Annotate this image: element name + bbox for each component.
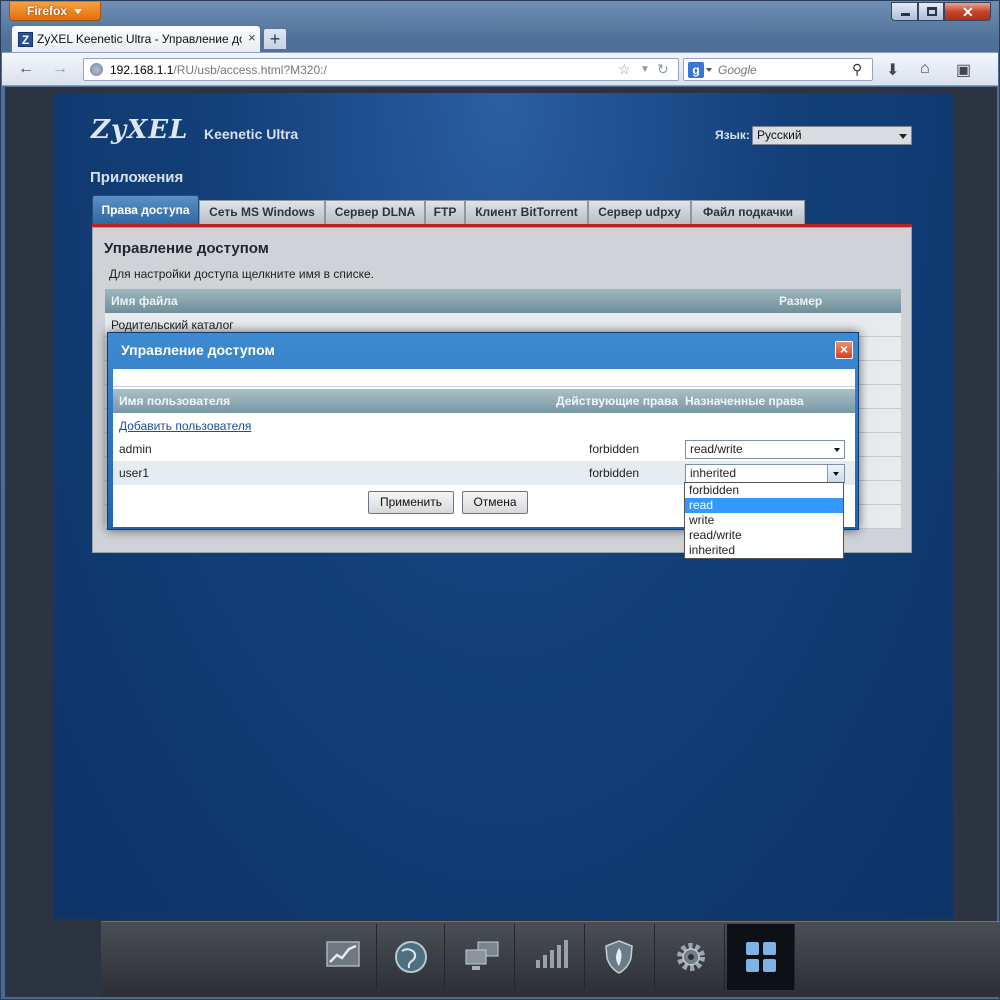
search-box[interactable]: g Google ⚲ [683, 58, 873, 81]
user-name: user1 [119, 466, 150, 480]
firefox-menu-label: Firefox [27, 4, 68, 18]
col-size: Размер [779, 294, 823, 308]
assigned-rights-select-admin[interactable]: read/write [685, 440, 845, 459]
home-icon[interactable]: ⌂ [920, 60, 930, 78]
dropdown-option[interactable]: read/write [685, 528, 843, 543]
gear-icon [677, 943, 705, 971]
computers-icon [465, 941, 499, 970]
bookmarks-menu-icon[interactable]: ▣ [956, 60, 971, 80]
add-user-link[interactable]: Добавить пользователя [119, 419, 251, 433]
assigned-value: inherited [690, 466, 737, 480]
tab-swap-file[interactable]: Файл подкачки [691, 200, 805, 224]
monitor-nav-item[interactable] [309, 924, 377, 990]
minimize-button[interactable] [891, 2, 918, 21]
chevron-down-icon [899, 134, 907, 139]
search-icon[interactable]: ⚲ [852, 61, 862, 78]
tab-udpxy[interactable]: Сервер udpxy [588, 200, 691, 224]
user-row-admin: admin forbidden read/write [113, 437, 855, 461]
search-placeholder: Google [718, 63, 757, 77]
browser-tab[interactable]: Z ZyXEL Keenetic Ultra - Управление дост… [11, 25, 261, 52]
engine-chevron-icon [706, 68, 712, 72]
signal-bars-icon [536, 940, 568, 968]
dropdown-option[interactable]: forbidden [685, 483, 843, 498]
chart-monitor-icon [326, 941, 360, 967]
assigned-rights-select-user1[interactable]: inherited [685, 464, 845, 483]
page-viewport: ZyXEL Keenetic Ultra Язык: Русский Прило… [5, 87, 1000, 997]
url-bar[interactable]: 192.168.1.1/RU/usb/access.html?M320:/ ☆ … [83, 58, 679, 81]
chevron-down-icon [834, 448, 840, 452]
dialog-top-strip [113, 369, 855, 387]
language-value: Русский [757, 128, 802, 142]
language-select[interactable]: Русский [752, 126, 912, 145]
minimize-icon [901, 13, 910, 16]
reload-icon[interactable]: ↻ [657, 61, 669, 78]
tab-title: ZyXEL Keenetic Ultra - Управление дост..… [37, 32, 242, 46]
file-table-header: Имя файла Размер [105, 289, 901, 313]
wifi-nav-item[interactable] [517, 924, 585, 990]
url-path: /RU/usb/access.html?M320:/ [173, 63, 327, 77]
system-nav-item[interactable] [657, 924, 725, 990]
url-text: 192.168.1.1/RU/usb/access.html?M320:/ [110, 63, 327, 77]
new-tab-button[interactable]: + [263, 28, 287, 50]
tab-ftp[interactable]: FTP [425, 200, 465, 224]
apply-button[interactable]: Применить [368, 491, 454, 514]
panel-description: Для настройки доступа щелкните имя в спи… [109, 267, 374, 281]
page-title: Приложения [90, 169, 184, 186]
globe-icon [395, 941, 427, 973]
applications-nav-item[interactable] [727, 924, 795, 990]
cancel-button[interactable]: Отмена [462, 491, 528, 514]
dialog-table-header: Имя пользователя Действующие права Назна… [113, 389, 855, 413]
tab-ms-windows[interactable]: Сеть MS Windows [199, 200, 325, 224]
dropdown-arrow-icon[interactable]: ▼ [640, 64, 650, 75]
firefox-menu-button[interactable]: Firefox [9, 2, 101, 21]
zyxel-favicon-icon: Z [18, 32, 33, 47]
language-label: Язык: [715, 128, 750, 142]
google-engine-icon[interactable]: g [688, 62, 704, 78]
download-icon[interactable]: ⬇ [886, 60, 899, 80]
forward-arrow-icon[interactable]: → [52, 60, 68, 78]
url-host: 192.168.1.1 [110, 63, 174, 77]
security-nav-item[interactable] [587, 924, 655, 990]
dropdown-button[interactable] [827, 465, 844, 482]
bottom-nav-bar [101, 921, 1000, 997]
dropdown-option[interactable]: inherited [685, 543, 843, 558]
maximize-icon [927, 7, 937, 16]
home-network-nav-item[interactable] [447, 924, 515, 990]
tab-bittorrent[interactable]: Клиент BitTorrent [465, 200, 588, 224]
back-arrow-icon[interactable]: ← [18, 60, 34, 78]
rights-dropdown-list: forbidden read write read/write inherite… [684, 482, 844, 559]
dialog-close-button[interactable]: × [835, 341, 853, 359]
apps-grid-icon [746, 942, 776, 972]
user-name: admin [119, 442, 152, 456]
effective-rights: forbidden [589, 466, 640, 480]
tab-close-button[interactable]: × [248, 30, 256, 45]
col-file-name: Имя файла [111, 294, 178, 308]
effective-rights: forbidden [589, 442, 640, 456]
window-close-button[interactable]: ✕ [944, 2, 991, 21]
close-icon: ✕ [962, 4, 974, 20]
navigation-bar: ← → 192.168.1.1/RU/usb/access.html?M320:… [2, 52, 998, 86]
shield-icon [605, 940, 633, 974]
col-user-name: Имя пользователя [119, 394, 231, 408]
dropdown-option[interactable]: write [685, 513, 843, 528]
bookmark-star-icon[interactable]: ☆ [618, 61, 631, 78]
dialog-title: Управление доступом [121, 342, 275, 358]
tab-dlna[interactable]: Сервер DLNA [325, 200, 425, 224]
browser-window: Firefox ✕ Z ZyXEL Keenetic Ultra - Управ… [0, 0, 1000, 1000]
col-effective-rights: Действующие права [556, 394, 678, 408]
col-assigned-rights: Назначенные права [685, 394, 804, 408]
assigned-value: read/write [690, 442, 743, 456]
dropdown-option-highlighted[interactable]: read [685, 498, 843, 513]
internet-nav-item[interactable] [377, 924, 445, 990]
chevron-down-icon [833, 472, 839, 476]
model-name: Keenetic Ultra [204, 126, 299, 142]
chevron-down-icon [74, 9, 82, 14]
globe-icon [90, 63, 103, 76]
zyxel-logo: ZyXEL [91, 115, 189, 145]
panel-title: Управление доступом [104, 240, 269, 257]
tab-access-rights[interactable]: Права доступа [92, 195, 199, 224]
maximize-button[interactable] [918, 2, 944, 21]
